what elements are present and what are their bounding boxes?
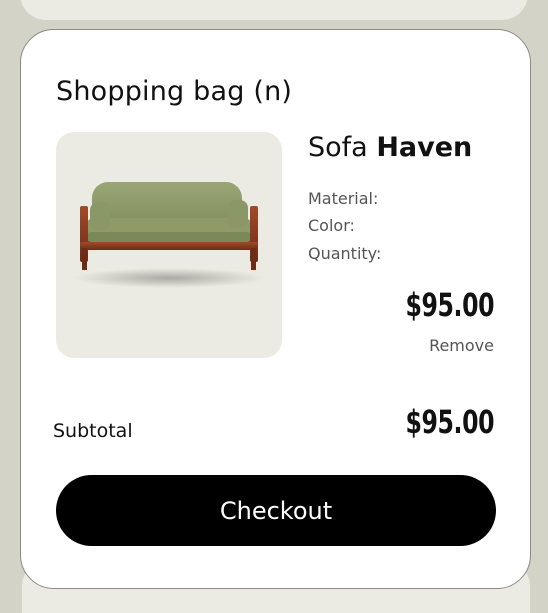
material-label: Material: <box>308 189 379 208</box>
item-price: $95.00 <box>405 286 494 324</box>
product-name-bold: Haven <box>376 132 473 163</box>
checkout-button[interactable]: Checkout <box>56 475 496 546</box>
bag-title: Shopping bag (n) <box>56 76 293 107</box>
previous-card-edge <box>20 0 528 20</box>
subtotal-value: $95.00 <box>405 403 494 441</box>
product-name-prefix: Sofa <box>308 132 368 163</box>
product-name[interactable]: Sofa Haven <box>308 132 472 163</box>
subtotal-label: Subtotal <box>53 420 133 442</box>
color-label: Color: <box>308 216 355 235</box>
product-image[interactable] <box>56 132 282 358</box>
remove-link[interactable]: Remove <box>429 336 494 355</box>
shopping-bag-panel: Shopping bag (n) Sofa Haven Material: Co… <box>20 29 531 589</box>
quantity-label: Quantity: <box>308 244 382 263</box>
sofa-image <box>73 182 265 288</box>
